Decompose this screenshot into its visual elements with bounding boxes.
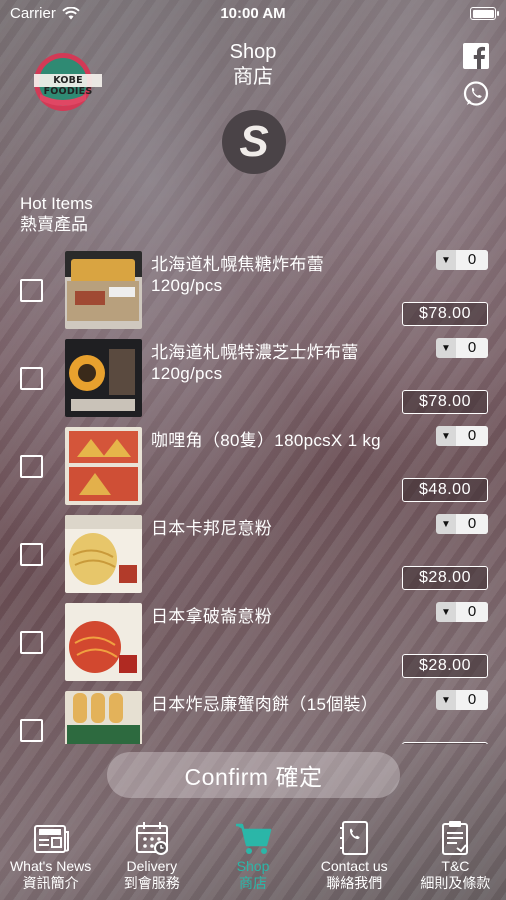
quantity-select[interactable]: ▼ 0 [436, 690, 488, 710]
calendar-icon [135, 822, 168, 855]
product-list[interactable]: 北海道札幌焦糖炸布蕾 120g/pcs ▼ 0 $78.00 北海道札幌特濃芝士… [0, 246, 506, 744]
product-name: 北海道札幌焦糖炸布蕾 120g/pcs [151, 255, 324, 295]
product-checkbox[interactable] [20, 279, 43, 302]
product-row: 日本卡邦尼意粉 ▼ 0 $28.00 [0, 510, 506, 598]
section-heading: Hot Items 熱賣產品 [20, 193, 93, 235]
tab-label-zh: 細則及條款 [420, 875, 491, 891]
dropdown-arrow-icon: ▼ [441, 430, 451, 442]
tab-label-en: What's News [9, 858, 92, 874]
section-title-zh: 熱賣產品 [20, 215, 88, 234]
product-name: 日本卡邦尼意粉 [151, 519, 273, 538]
product-name: 咖哩角（80隻）180pcsX 1 kg [151, 431, 381, 450]
tab-label-en: Contact us [320, 858, 388, 874]
tab-shop[interactable]: Shop 商店 [202, 810, 303, 900]
quantity-value: 0 [456, 338, 488, 358]
battery-icon [470, 7, 499, 20]
dropdown-arrow-icon: ▼ [441, 342, 451, 354]
whatsapp-icon[interactable] [462, 80, 490, 108]
tab-whats-news[interactable]: What's News 資訊簡介 [0, 810, 101, 900]
product-name: 日本炸忌廉蟹肉餅（15個裝） [151, 695, 379, 714]
quantity-value: 0 [456, 602, 488, 622]
tab-label-en: Shop [236, 858, 270, 874]
page-title: Shop 商店 [0, 40, 506, 90]
phone-book-icon [340, 821, 369, 855]
product-row: 咖哩角（80隻）180pcsX 1 kg ▼ 0 $48.00 [0, 422, 506, 510]
quantity-value: 0 [456, 690, 488, 710]
product-row: 日本炸忌廉蟹肉餅（15個裝） ▼ 0 [0, 686, 506, 744]
product-checkbox[interactable] [20, 455, 43, 478]
social-links [462, 42, 490, 108]
shop-badge: S [222, 110, 286, 174]
dropdown-arrow-icon: ▼ [441, 694, 451, 706]
quantity-value: 0 [456, 250, 488, 270]
product-row: 北海道札幌特濃芝士炸布蕾 120g/pcs ▼ 0 $78.00 [0, 334, 506, 422]
quantity-select[interactable]: ▼ 0 [436, 250, 488, 270]
product-image [65, 691, 142, 744]
clipboard-icon [442, 821, 469, 855]
dropdown-arrow-icon: ▼ [441, 254, 451, 266]
product-checkbox[interactable] [20, 631, 43, 654]
tab-terms[interactable]: T&C 細則及條款 [405, 810, 506, 900]
product-price: $28.00 [402, 654, 488, 678]
facebook-icon[interactable] [462, 42, 490, 70]
quantity-select[interactable]: ▼ 0 [436, 602, 488, 622]
tab-label-zh: 到會服務 [123, 875, 180, 891]
product-price: $78.00 [402, 302, 488, 326]
product-checkbox[interactable] [20, 543, 43, 566]
tab-bar: What's News 資訊簡介 Delivery 到會服務 Shop 商店 C… [0, 810, 506, 900]
tab-contact-us[interactable]: Contact us 聯絡我們 [304, 810, 405, 900]
product-price: $28.00 [402, 566, 488, 590]
tab-label-zh: 聯絡我們 [326, 875, 383, 891]
page-title-en: Shop [229, 41, 277, 63]
tab-delivery[interactable]: Delivery 到會服務 [101, 810, 202, 900]
product-price [402, 742, 488, 744]
product-image [65, 603, 142, 681]
tab-label-en: Delivery [126, 858, 178, 874]
product-price: $48.00 [402, 478, 488, 502]
clock: 10:00 AM [220, 5, 286, 22]
cart-icon [236, 823, 272, 854]
quantity-select[interactable]: ▼ 0 [436, 338, 488, 358]
tab-label-zh: 商店 [239, 875, 267, 891]
product-checkbox[interactable] [20, 719, 43, 742]
newspaper-icon [33, 825, 69, 853]
quantity-value: 0 [456, 514, 488, 534]
dropdown-arrow-icon: ▼ [441, 518, 451, 530]
product-image [65, 515, 142, 593]
product-price: $78.00 [402, 390, 488, 414]
product-name: 日本拿破崙意粉 [151, 607, 273, 626]
product-name: 北海道札幌特濃芝士炸布蕾 120g/pcs [151, 343, 359, 383]
quantity-value: 0 [456, 426, 488, 446]
product-image [65, 339, 142, 417]
dropdown-arrow-icon: ▼ [441, 606, 451, 618]
product-row: 北海道札幌焦糖炸布蕾 120g/pcs ▼ 0 $78.00 [0, 246, 506, 334]
confirm-button[interactable]: Confirm 確定 [107, 752, 400, 798]
product-checkbox[interactable] [20, 367, 43, 390]
product-image [65, 427, 142, 505]
page-title-zh: 商店 [233, 66, 273, 88]
quantity-select[interactable]: ▼ 0 [436, 426, 488, 446]
quantity-select[interactable]: ▼ 0 [436, 514, 488, 534]
tab-label-en: T&C [441, 858, 470, 874]
status-bar: Carrier 10:00 AM [0, 0, 506, 28]
product-row: 日本拿破崙意粉 ▼ 0 $28.00 [0, 598, 506, 686]
tab-label-zh: 資訊簡介 [22, 875, 79, 891]
section-title-en: Hot Items [20, 194, 93, 213]
product-image [65, 251, 142, 329]
